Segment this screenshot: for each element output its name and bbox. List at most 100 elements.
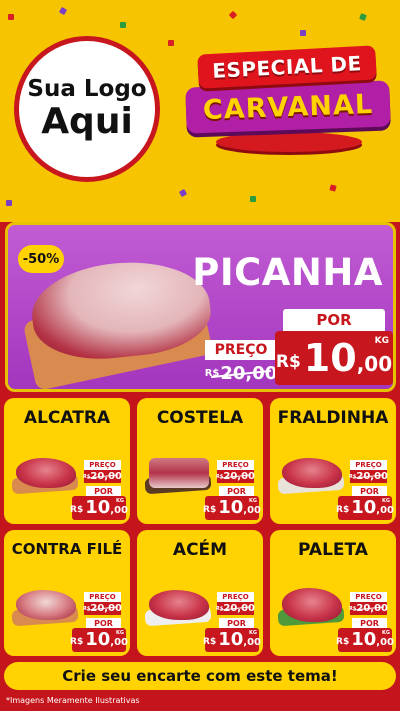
product-card-fraldinha: FRALDINHA PREÇO R$20,00 POR R$10,00KG <box>270 398 396 524</box>
currency: R$ <box>203 504 217 515</box>
confetti <box>228 10 238 20</box>
title-line2: CARVANAL <box>202 88 374 126</box>
currency: R$ <box>336 636 350 647</box>
meat-image <box>16 458 76 488</box>
hero-price-decimal: ,00 <box>356 352 393 376</box>
hero-por-label: POR <box>283 309 385 331</box>
price-decimal: ,00 <box>376 505 394 516</box>
preco-label: PREÇO <box>217 460 254 470</box>
meat-image <box>16 590 76 620</box>
preco-label: PREÇO <box>350 460 387 470</box>
confetti <box>250 196 256 202</box>
product-card-acem: ACÉM PREÇO R$20,00 POR R$10,00KG <box>137 530 263 656</box>
price-integer: 10 <box>218 497 244 518</box>
meat-image <box>149 590 209 620</box>
product-card-contra-file: CONTRA FILÉ PREÇO R$20,00 POR R$10,00KG <box>4 530 130 656</box>
confetti <box>8 14 14 20</box>
price-decimal: ,00 <box>110 637 128 648</box>
cta-banner[interactable]: Crie seu encarte com este tema! <box>4 662 396 690</box>
product-name: COSTELA <box>156 408 244 428</box>
hero-old-price: R$ 20,00 <box>205 362 278 384</box>
confetti <box>168 40 174 46</box>
price-unit: KG <box>382 498 390 504</box>
new-price: R$ 10,00 KG <box>203 496 261 520</box>
por-label: POR <box>352 618 387 628</box>
confetti <box>329 184 337 192</box>
product-card-costela: COSTELA PREÇO R$20,00 POR R$10,00KG <box>137 398 263 524</box>
price-integer: 10 <box>85 629 111 650</box>
price-unit: KG <box>382 630 390 636</box>
meat-image <box>282 588 342 622</box>
meat-image <box>282 458 342 488</box>
product-card-alcatra: ALCATRA PREÇO R$20,00 POR R$10,00KG <box>4 398 130 524</box>
por-label: POR <box>86 618 121 628</box>
confetti <box>120 22 126 28</box>
old-price: R$20,00 <box>216 602 255 615</box>
discount-badge: -50% <box>18 245 64 273</box>
preco-label: PREÇO <box>84 460 121 470</box>
confetti <box>300 30 306 36</box>
price-integer: 10 <box>218 629 244 650</box>
product-card-paleta: PALETA PREÇO R$20,00 POR R$10,00KG <box>270 530 396 656</box>
price-decimal: ,00 <box>110 505 128 516</box>
new-price: R$ 10,00 KG <box>203 628 261 652</box>
meat-image <box>149 458 209 488</box>
logo-placeholder: Sua Logo Aqui <box>14 36 160 182</box>
hero-product-name: PICANHA <box>192 251 383 294</box>
price-integer: 10 <box>351 497 377 518</box>
confetti <box>58 6 68 16</box>
new-price: R$ 10,00 KG <box>336 628 394 652</box>
new-price: R$ 10,00 KG <box>70 496 128 520</box>
price-unit: KG <box>249 498 257 504</box>
price-integer: 10 <box>351 629 377 650</box>
price-unit: KG <box>249 630 257 636</box>
logo-text-line1: Sua Logo <box>27 76 147 103</box>
confetti <box>359 13 367 21</box>
product-name: CONTRA FILÉ <box>11 540 123 558</box>
new-price: R$ 10,00 KG <box>70 628 128 652</box>
product-name: ACÉM <box>172 540 228 560</box>
hero-currency: R$ <box>275 352 301 372</box>
title-badge-main: CARVANAL <box>185 80 391 134</box>
product-name: PALETA <box>298 540 368 560</box>
price-decimal: ,00 <box>376 637 394 648</box>
price-decimal: ,00 <box>243 505 261 516</box>
old-price: R$20,00 <box>216 470 255 483</box>
currency: R$ <box>70 504 84 515</box>
por-label: POR <box>219 618 254 628</box>
offers-section: -50% PICANHA POR PREÇO R$ 20,00 R$ 10 ,0… <box>0 222 400 711</box>
price-unit: KG <box>116 630 124 636</box>
title-badge-base <box>216 132 362 152</box>
image-disclaimer: *Imagens Meramente Ilustrativas <box>6 696 140 705</box>
preco-label: PREÇO <box>84 592 121 602</box>
title-line1: ESPECIAL DE <box>211 51 363 83</box>
hero-offer-card: -50% PICANHA POR PREÇO R$ 20,00 R$ 10 ,0… <box>5 222 396 392</box>
hero-new-price: R$ 10 ,00 KG <box>275 331 393 385</box>
hero-price-unit: KG <box>374 336 389 346</box>
price-unit: KG <box>116 498 124 504</box>
hero-price-integer: 10 <box>303 336 357 380</box>
old-price: R$20,00 <box>349 470 388 483</box>
preco-label: PREÇO <box>217 592 254 602</box>
confetti <box>6 200 12 206</box>
hero-preco-label: PREÇO <box>205 340 277 360</box>
price-decimal: ,00 <box>243 637 261 648</box>
title-badge: CARVANAL ESPECIAL DE <box>185 45 391 158</box>
product-name: FRALDINHA <box>277 408 389 428</box>
price-integer: 10 <box>85 497 111 518</box>
currency: R$ <box>203 636 217 647</box>
old-price: R$20,00 <box>349 602 388 615</box>
confetti <box>178 188 188 198</box>
new-price: R$ 10,00 KG <box>336 496 394 520</box>
preco-label: PREÇO <box>350 592 387 602</box>
header-banner: Sua Logo Aqui CARVANAL ESPECIAL DE <box>0 0 400 222</box>
por-label: POR <box>86 486 121 496</box>
currency: R$ <box>336 504 350 515</box>
por-label: POR <box>219 486 254 496</box>
old-price: R$20,00 <box>83 602 122 615</box>
logo-text-line2: Aqui <box>41 100 133 142</box>
por-label: POR <box>352 486 387 496</box>
product-name: ALCATRA <box>23 408 111 428</box>
old-price: R$20,00 <box>83 470 122 483</box>
currency: R$ <box>70 636 84 647</box>
